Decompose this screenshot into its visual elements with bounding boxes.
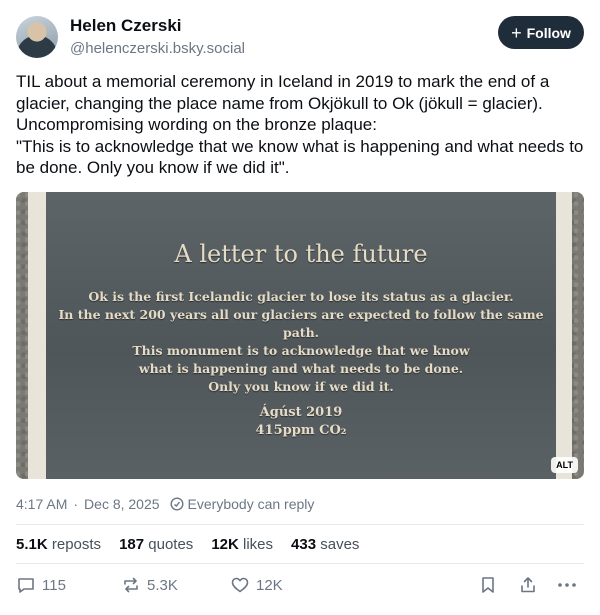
plaque-body: Ok is the first Icelandic glacier to los… — [58, 289, 544, 394]
action-bar: 115 5.3K 12K — [16, 575, 584, 603]
repost-count: 5.3K — [147, 576, 178, 594]
post: Helen Czerski @helenczerski.bsky.social … — [0, 0, 600, 615]
plaque-title: A letter to the future — [174, 240, 428, 268]
author-handle[interactable]: @helenczerski.bsky.social — [70, 40, 245, 57]
post-time[interactable]: 4:17 AM — [16, 496, 67, 512]
follow-label: Follow — [526, 24, 571, 41]
plaque-date: Ágúst 2019 415ppm CO₂ — [255, 405, 347, 438]
reply-setting-label: Everybody can reply — [187, 496, 315, 512]
plus-icon: + — [511, 22, 522, 43]
stat-quotes[interactable]: 187 quotes — [119, 536, 193, 553]
avatar[interactable] — [16, 16, 58, 58]
divider — [16, 563, 584, 564]
repost-button[interactable]: 5.3K — [121, 575, 178, 595]
reply-setting-icon — [170, 497, 184, 511]
like-button[interactable]: 12K — [230, 575, 283, 595]
divider — [16, 524, 584, 525]
follow-button[interactable]: + Follow — [498, 16, 584, 49]
meta-separator: · — [73, 496, 79, 512]
repost-icon — [124, 577, 138, 593]
post-image[interactable]: A letter to the future Ok is the first I… — [16, 192, 584, 479]
bookmark-icon — [482, 577, 494, 593]
stat-reposts[interactable]: 5.1K reposts — [16, 536, 101, 553]
stat-likes[interactable]: 12K likes — [211, 536, 273, 553]
engagement-stats: 5.1K reposts 187 quotes 12K likes 433 sa… — [16, 536, 359, 553]
alt-badge[interactable]: ALT — [551, 457, 578, 473]
reply-setting[interactable]: Everybody can reply — [170, 496, 315, 512]
share-icon — [521, 577, 535, 593]
stat-saves[interactable]: 433 saves — [291, 536, 359, 553]
reply-icon — [18, 578, 34, 593]
more-icon — [558, 583, 576, 587]
bookmark-button[interactable] — [478, 575, 498, 595]
post-meta: 4:17 AM · Dec 8, 2025 Everybody can repl… — [16, 496, 314, 512]
author-name[interactable]: Helen Czerski — [70, 16, 182, 36]
reply-button[interactable]: 115 — [16, 575, 66, 595]
post-date[interactable]: Dec 8, 2025 — [84, 496, 160, 512]
reply-count: 115 — [42, 576, 66, 594]
more-options-button[interactable] — [556, 575, 578, 595]
heart-icon — [231, 577, 249, 593]
post-text: TIL about a memorial ceremony in Iceland… — [16, 72, 584, 177]
like-count: 12K — [256, 576, 283, 594]
share-button[interactable] — [518, 575, 538, 595]
bronze-plaque: A letter to the future Ok is the first I… — [46, 192, 556, 479]
